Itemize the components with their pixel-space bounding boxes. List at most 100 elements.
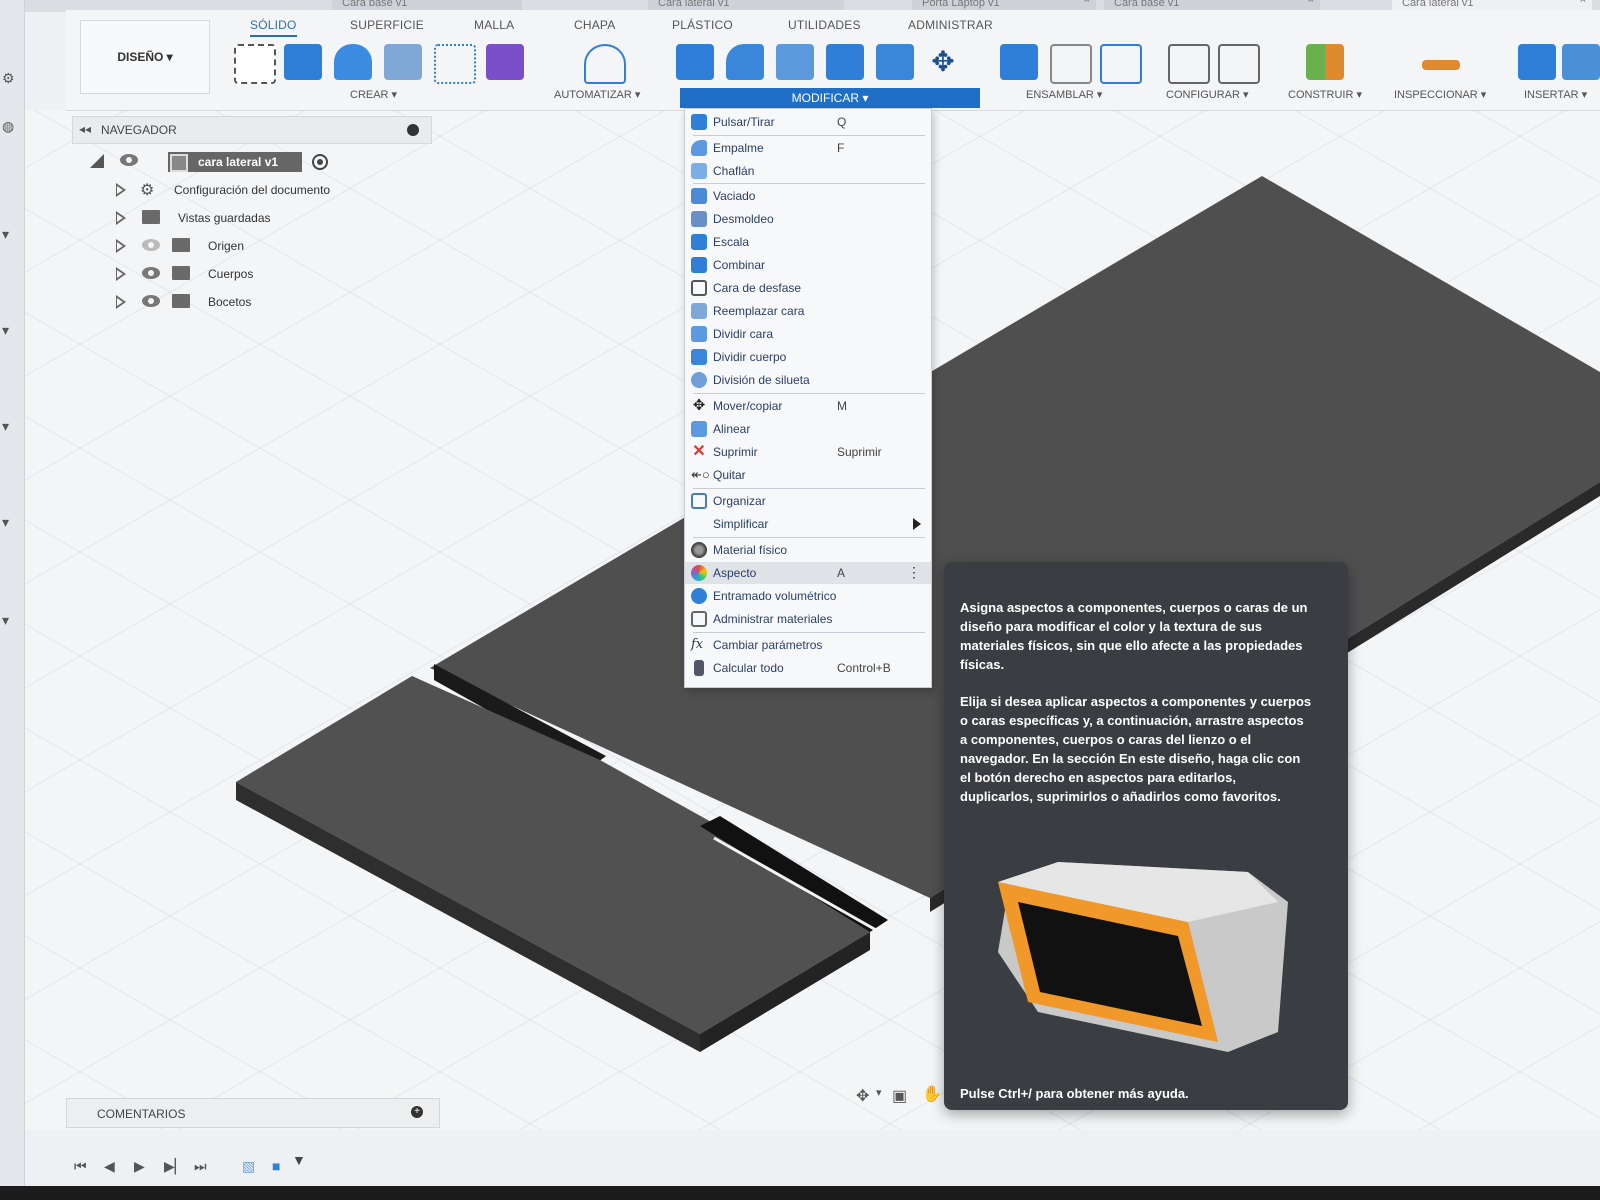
- table-icon[interactable]: [1100, 44, 1142, 84]
- chevron-down-icon[interactable]: ▾: [2, 612, 9, 629]
- close-icon[interactable]: ×: [1580, 0, 1586, 6]
- close-icon[interactable]: ×: [1308, 0, 1314, 6]
- navigator-header[interactable]: ◂◂ NAVEGADOR: [72, 116, 432, 144]
- menu-item-scale[interactable]: Escala: [685, 231, 931, 253]
- revolve-icon[interactable]: [334, 44, 372, 80]
- expand-icon[interactable]: [116, 295, 126, 309]
- globe-icon[interactable]: ◍: [2, 118, 14, 135]
- comments-panel[interactable]: COMENTARIOS +: [66, 1098, 440, 1128]
- joint-icon[interactable]: [1050, 44, 1092, 84]
- look-at-icon[interactable]: ▣: [892, 1086, 907, 1106]
- combine-icon[interactable]: [826, 44, 864, 80]
- extrude-icon[interactable]: [284, 44, 322, 80]
- tab-utilities[interactable]: UTILIDADES: [788, 18, 861, 32]
- collapse-icon[interactable]: ◂◂: [79, 122, 91, 136]
- pan-icon[interactable]: ✋: [922, 1084, 942, 1104]
- browser-item[interactable]: Origen: [116, 237, 416, 259]
- browser-item[interactable]: Bocetos: [116, 293, 416, 315]
- press-pull-icon[interactable]: [676, 44, 714, 80]
- menu-item-manage-materials[interactable]: Administrar materiales: [685, 608, 931, 630]
- menu-item-change-parameters[interactable]: fx Cambiar parámetros: [685, 634, 931, 656]
- tab-manage[interactable]: ADMINISTRAR: [908, 18, 993, 32]
- menu-item-press-pull[interactable]: Pulsar/Tirar Q: [685, 111, 931, 133]
- tab-surface[interactable]: SUPERFICIE: [350, 18, 424, 32]
- expanded-icon[interactable]: [90, 154, 104, 168]
- chevron-down-icon[interactable]: ▾: [876, 1086, 882, 1099]
- tab-mesh[interactable]: MALLA: [474, 18, 514, 32]
- orbit-icon[interactable]: ✥: [856, 1086, 869, 1106]
- menu-item-fillet[interactable]: Empalme F: [685, 137, 931, 159]
- play-icon[interactable]: ▶: [134, 1158, 145, 1175]
- browser-item[interactable]: Cuerpos: [116, 265, 416, 287]
- step-forward-icon[interactable]: ▶▏: [164, 1158, 186, 1175]
- create-sketch-icon[interactable]: [234, 44, 276, 84]
- chamfer-icon[interactable]: [776, 44, 814, 80]
- automate-group-label[interactable]: AUTOMATIZAR ▾: [554, 88, 640, 101]
- timeline-marker-icon[interactable]: ▼: [292, 1152, 306, 1168]
- split-body-icon[interactable]: [876, 44, 914, 80]
- visibility-icon[interactable]: [120, 154, 138, 166]
- configure-table-icon[interactable]: [1218, 44, 1260, 84]
- menu-item-silhouette-split[interactable]: División de silueta: [685, 369, 931, 391]
- browser-item[interactable]: Vistas guardadas: [116, 209, 416, 231]
- menu-item-align[interactable]: Alinear: [685, 418, 931, 440]
- construct-group-label[interactable]: CONSTRUIR ▾: [1288, 88, 1362, 101]
- menu-item-draft[interactable]: Desmoldeo: [685, 208, 931, 230]
- create-group-label[interactable]: CREAR ▾: [350, 88, 397, 101]
- menu-item-split-body[interactable]: Dividir cuerpo: [685, 346, 931, 368]
- configure-icon[interactable]: [1168, 44, 1210, 84]
- menu-item-organize[interactable]: Organizar: [685, 490, 931, 512]
- assemble-group-label[interactable]: ENSAMBLAR ▾: [1026, 88, 1102, 101]
- browser-item[interactable]: ⚙ Configuración del documento: [116, 181, 416, 203]
- skip-to-start-icon[interactable]: ⏮: [74, 1158, 87, 1175]
- modify-group-button[interactable]: MODIFICAR ▾: [680, 88, 980, 108]
- menu-item-chamfer[interactable]: Chaflán: [685, 160, 931, 182]
- insert-image-icon[interactable]: [1562, 44, 1600, 80]
- chevron-down-icon[interactable]: ▾: [2, 322, 9, 339]
- tab-solid[interactable]: SÓLIDO: [250, 18, 297, 37]
- chevron-down-icon[interactable]: ▾: [2, 514, 9, 531]
- pin-icon[interactable]: [407, 124, 419, 136]
- inspect-group-label[interactable]: INSPECCIONAR ▾: [1394, 88, 1486, 101]
- menu-item-replace-face[interactable]: Reemplazar cara: [685, 300, 931, 322]
- visibility-off-icon[interactable]: [142, 239, 160, 251]
- activate-icon[interactable]: [312, 154, 328, 170]
- insert-group-label[interactable]: INSERTAR ▾: [1524, 88, 1587, 101]
- visibility-icon[interactable]: [142, 295, 160, 307]
- menu-item-move-copy[interactable]: ✥ Mover/copiar M: [685, 395, 931, 417]
- gear-icon[interactable]: ⚙: [2, 70, 15, 87]
- menu-item-offset-face[interactable]: Cara de desfase: [685, 277, 931, 299]
- form-icon[interactable]: [486, 44, 524, 80]
- add-comment-icon[interactable]: +: [411, 1106, 423, 1118]
- close-icon[interactable]: ×: [1084, 0, 1090, 6]
- sketch-feature-icon[interactable]: ▧: [242, 1158, 255, 1175]
- expand-icon[interactable]: [116, 211, 126, 225]
- expand-icon[interactable]: [116, 267, 126, 281]
- move-icon[interactable]: ✥: [924, 44, 962, 80]
- expand-icon[interactable]: [116, 183, 126, 197]
- fillet-icon[interactable]: [726, 44, 764, 80]
- menu-item-split-face[interactable]: Dividir cara: [685, 323, 931, 345]
- hole-icon[interactable]: [384, 44, 422, 80]
- menu-item-remove[interactable]: ↞○ Quitar: [685, 464, 931, 486]
- more-options-icon[interactable]: ⋮: [907, 564, 921, 581]
- visibility-icon[interactable]: [142, 267, 160, 279]
- automate-icon[interactable]: [584, 44, 626, 84]
- plane-icon[interactable]: [1306, 44, 1344, 80]
- menu-item-simplify[interactable]: Simplificar: [685, 513, 931, 535]
- chevron-down-icon[interactable]: ▾: [2, 418, 9, 435]
- menu-item-combine[interactable]: Combinar: [685, 254, 931, 276]
- menu-item-shell[interactable]: Vaciado: [685, 185, 931, 207]
- chevron-down-icon[interactable]: ▾: [2, 226, 9, 243]
- menu-item-appearance[interactable]: Aspecto A ⋮: [685, 562, 931, 584]
- menu-item-compute-all[interactable]: Calcular todo Control+B: [685, 657, 931, 679]
- tab-plastic[interactable]: PLÁSTICO: [672, 18, 733, 32]
- workspace-selector[interactable]: DISEÑO ▾: [80, 20, 210, 94]
- menu-item-volumetric-lattice[interactable]: Entramado volumétrico: [685, 585, 931, 607]
- menu-item-physical-material[interactable]: Material físico: [685, 539, 931, 561]
- pattern-icon[interactable]: [434, 44, 476, 84]
- step-back-icon[interactable]: ◀: [104, 1158, 115, 1175]
- skip-to-end-icon[interactable]: ⏭: [194, 1158, 207, 1175]
- insert-icon[interactable]: [1518, 44, 1556, 80]
- browser-root[interactable]: cara lateral v1: [90, 152, 350, 174]
